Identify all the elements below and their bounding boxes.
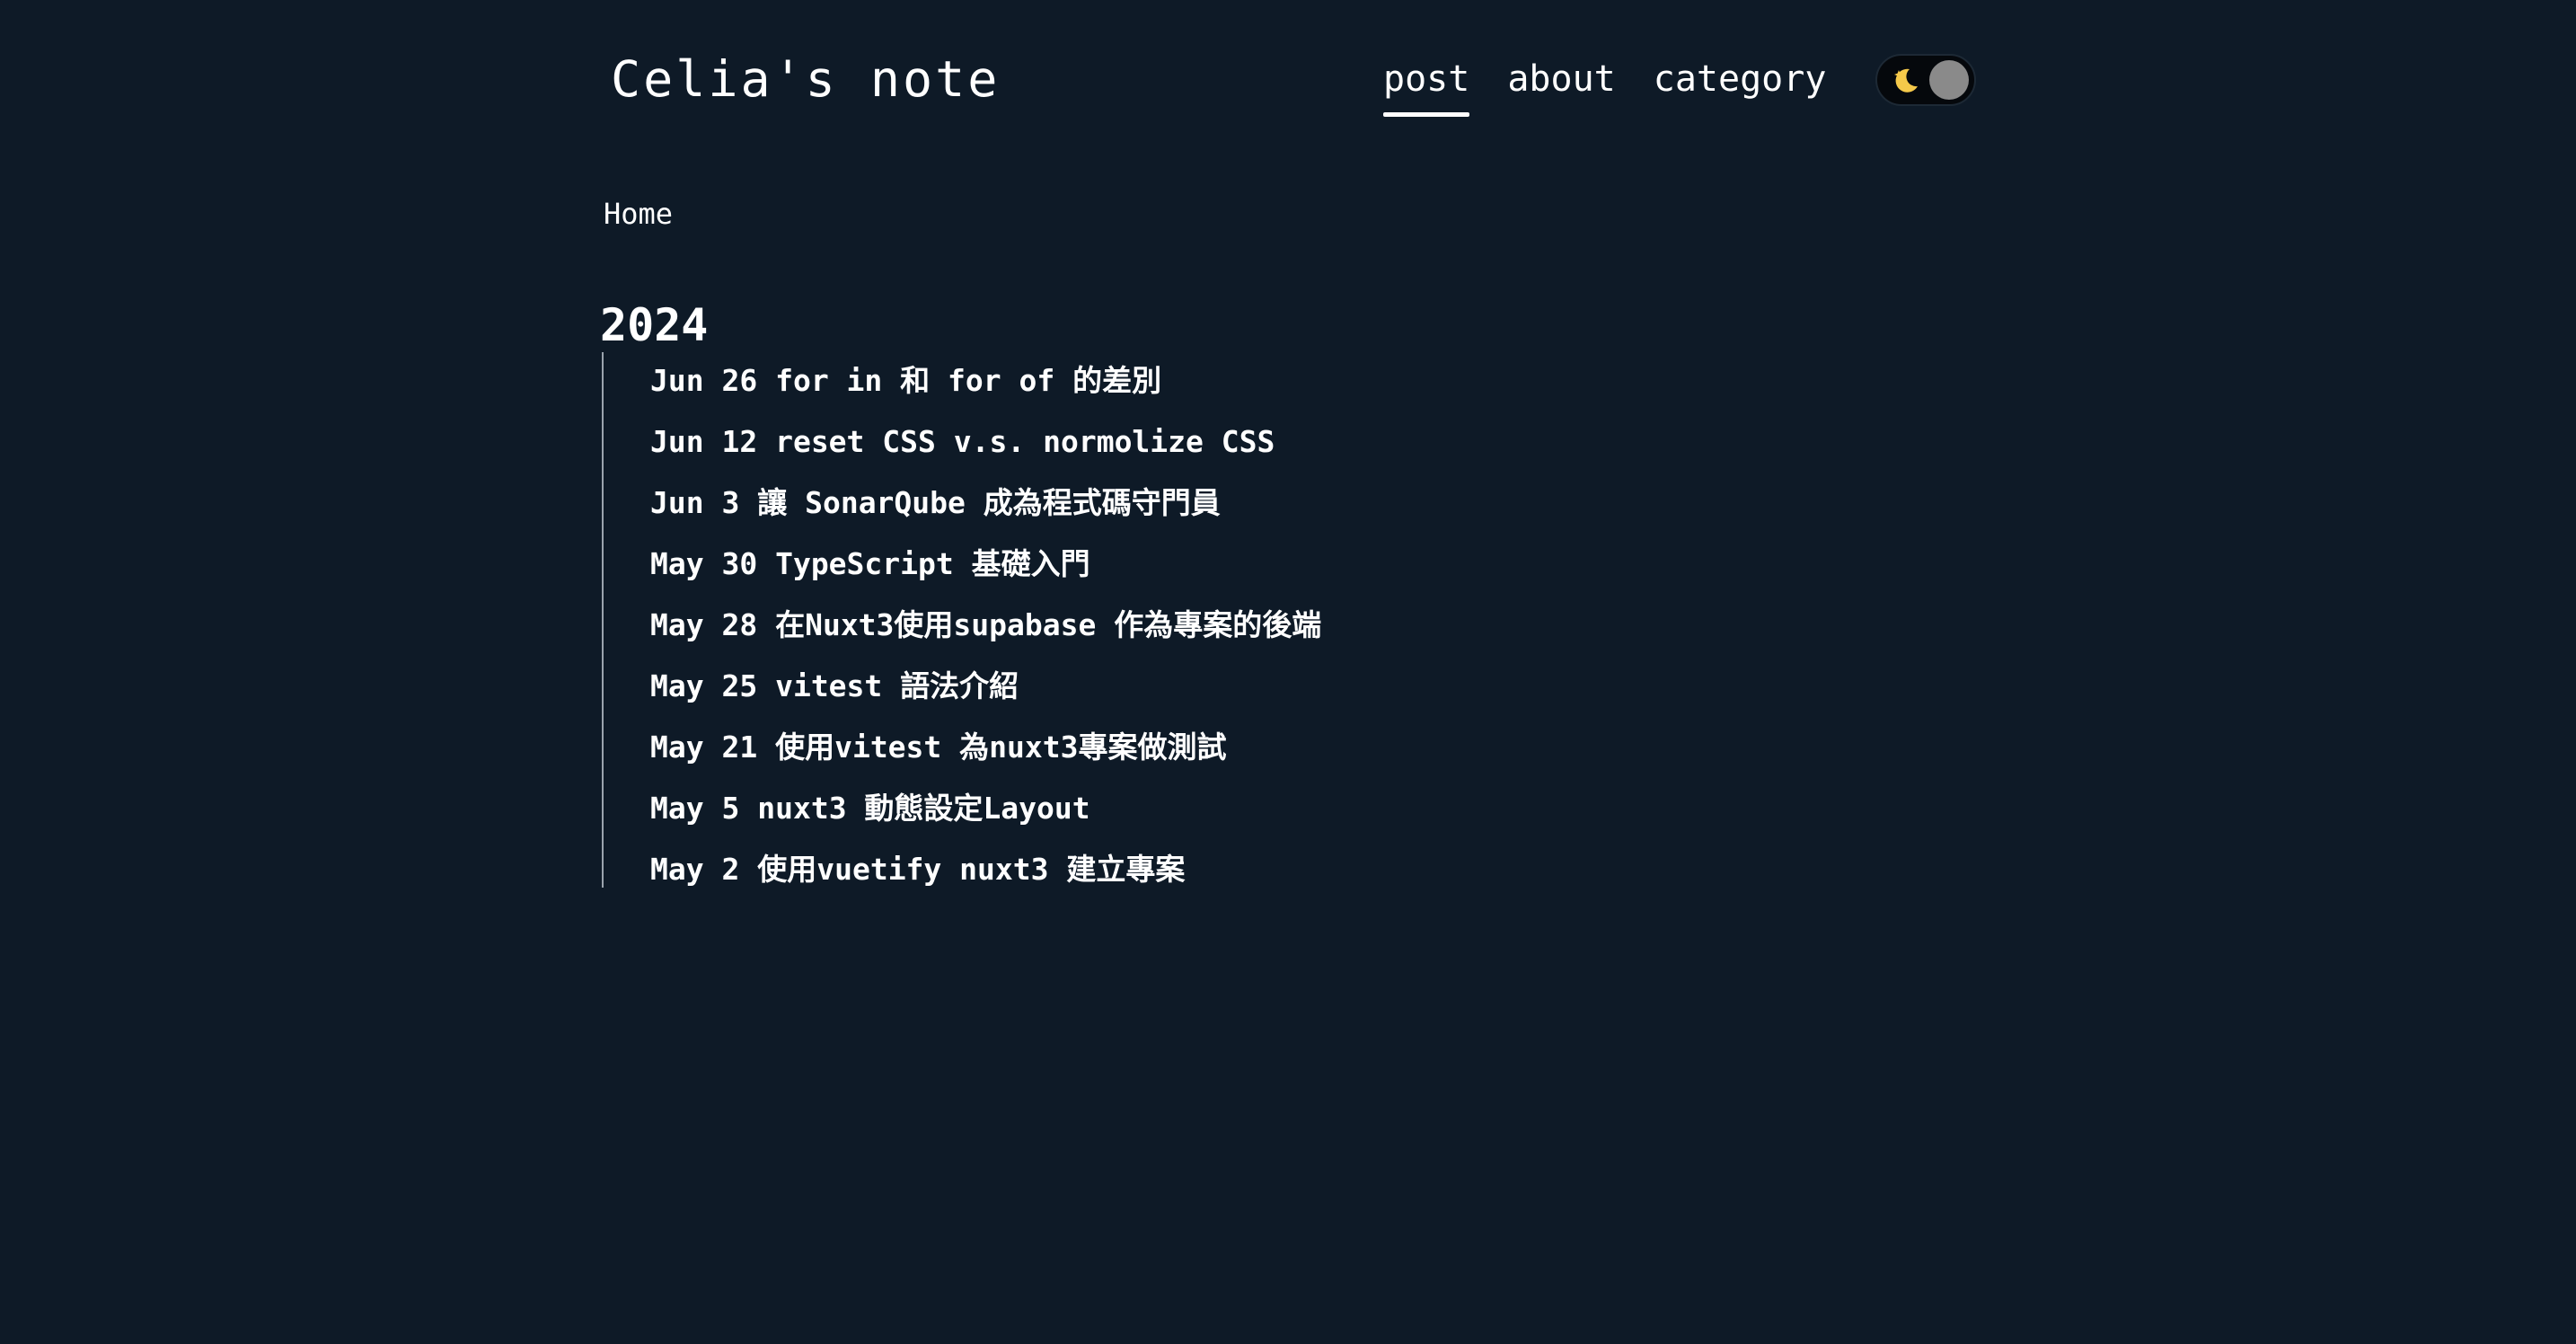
nav-post[interactable]: post — [1383, 47, 1470, 117]
year-heading: 2024 — [600, 299, 709, 351]
post-item[interactable]: Jun 26 for in 和 for of 的差別 — [650, 356, 1161, 417]
post-timeline: Jun 26 for in 和 for of 的差別 Jun 12 reset … — [602, 352, 1861, 888]
post-date: May 25 — [650, 668, 776, 703]
moon-star-icon — [1894, 68, 1918, 93]
toggle-knob — [1929, 60, 1969, 100]
post-item[interactable]: May 2 使用vuetify nuxt3 建立專案 — [650, 844, 1185, 906]
post-title[interactable]: 使用vuetify nuxt3 建立專案 — [757, 852, 1185, 887]
post-date: May 5 — [650, 791, 758, 826]
post-title[interactable]: TypeScript 基礎入門 — [775, 546, 1090, 581]
post-item[interactable]: May 21 使用vitest 為nuxt3專案做測試 — [650, 722, 1227, 783]
post-item[interactable]: May 5 nuxt3 動態設定Layout — [650, 783, 1090, 844]
post-date: May 28 — [650, 607, 776, 642]
breadcrumb[interactable]: Home — [604, 189, 673, 239]
main-nav: post about category — [1383, 47, 1826, 119]
post-date: May 2 — [650, 852, 758, 887]
site-title[interactable]: Celia's note — [611, 43, 1000, 115]
post-title[interactable]: 在Nuxt3使用supabase 作為專案的後端 — [775, 607, 1321, 642]
post-title[interactable]: 使用vitest 為nuxt3專案做測試 — [775, 729, 1226, 765]
nav-about[interactable]: about — [1507, 47, 1615, 111]
post-item[interactable]: Jun 3 讓 SonarQube 成為程式碼守門員 — [650, 478, 1221, 539]
post-item[interactable]: May 28 在Nuxt3使用supabase 作為專案的後端 — [650, 600, 1321, 661]
post-date: May 21 — [650, 729, 776, 765]
post-title[interactable]: reset CSS v.s. normolize CSS — [775, 424, 1275, 459]
nav-category[interactable]: category — [1654, 47, 1827, 111]
post-date: May 30 — [650, 546, 776, 581]
post-title[interactable]: for in 和 for of 的差別 — [775, 363, 1161, 398]
post-item[interactable]: May 30 TypeScript 基礎入門 — [650, 539, 1090, 600]
post-date: Jun 26 — [650, 363, 776, 398]
post-item[interactable]: Jun 12 reset CSS v.s. normolize CSS — [650, 417, 1275, 478]
post-date: Jun 12 — [650, 424, 776, 459]
post-item[interactable]: May 25 vitest 語法介紹 — [650, 661, 1019, 722]
theme-toggle[interactable] — [1875, 54, 1976, 106]
post-title[interactable]: 讓 SonarQube 成為程式碼守門員 — [757, 485, 1221, 520]
post-date: Jun 3 — [650, 485, 758, 520]
post-title[interactable]: nuxt3 動態設定Layout — [757, 791, 1090, 826]
post-title[interactable]: vitest 語法介紹 — [775, 668, 1019, 703]
